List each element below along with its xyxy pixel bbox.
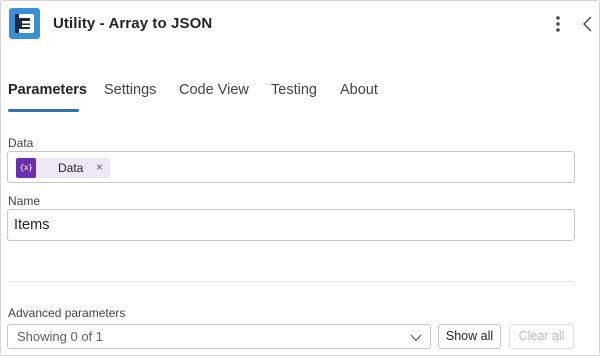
data-token-label: Data xyxy=(58,161,84,175)
remove-token-icon[interactable]: × xyxy=(96,160,103,174)
more-vertical-icon[interactable] xyxy=(550,13,566,35)
name-input[interactable] xyxy=(7,209,575,241)
advanced-parameters-value: Showing 0 of 1 xyxy=(17,329,104,344)
tab-code-view[interactable]: Code View xyxy=(179,82,249,98)
show-all-button[interactable]: Show all xyxy=(438,324,501,349)
chevron-down-icon xyxy=(409,331,423,343)
name-field-label: Name xyxy=(8,194,41,208)
clear-all-button[interactable]: Clear all xyxy=(509,324,574,349)
tab-settings[interactable]: Settings xyxy=(104,82,156,98)
panel-title: Utility - Array to JSON xyxy=(53,15,213,32)
data-field-label: Data xyxy=(8,136,34,150)
panel-header: Utility - Array to JSON xyxy=(1,1,600,49)
advanced-parameters-dropdown[interactable]: Showing 0 of 1 xyxy=(7,324,431,349)
section-divider xyxy=(8,281,574,282)
action-panel: Utility - Array to JSON Parameters Setti… xyxy=(0,0,600,356)
expression-icon: {x} xyxy=(16,158,36,178)
chevron-left-icon[interactable] xyxy=(580,13,596,35)
tab-parameters[interactable]: Parameters xyxy=(8,82,87,98)
tab-bar: Parameters Settings Code View Testing Ab… xyxy=(1,79,600,113)
active-tab-indicator xyxy=(8,109,79,112)
tab-about[interactable]: About xyxy=(340,82,378,98)
advanced-parameters-label: Advanced parameters xyxy=(8,306,126,320)
data-token[interactable]: {x} Data × xyxy=(16,158,110,178)
connector-logo-icon xyxy=(9,8,40,39)
data-field[interactable]: {x} Data × xyxy=(7,151,575,183)
tab-testing[interactable]: Testing xyxy=(271,82,317,98)
